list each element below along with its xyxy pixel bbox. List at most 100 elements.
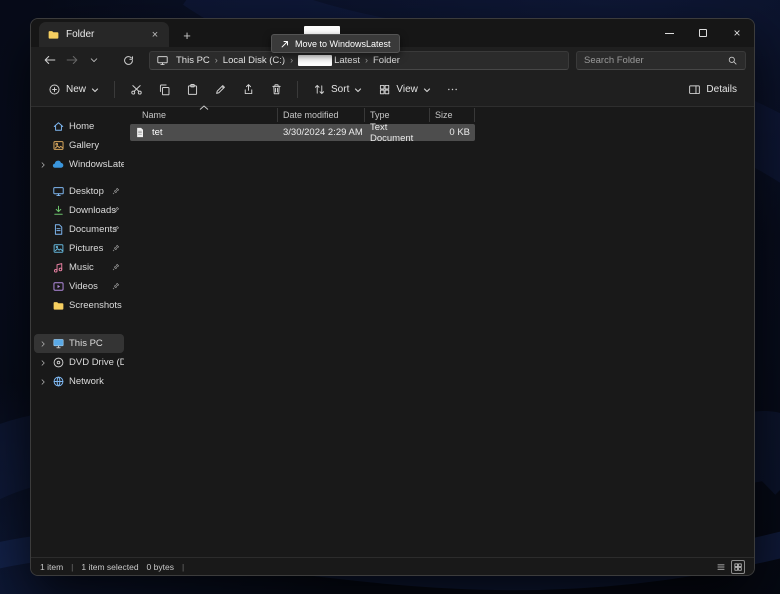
maximize-icon bbox=[699, 29, 707, 37]
sort-icon bbox=[313, 83, 326, 96]
delete-button[interactable] bbox=[263, 78, 289, 102]
forward-button[interactable] bbox=[61, 50, 83, 70]
selection-size: 0 bytes bbox=[147, 562, 174, 572]
sidebar-item-desktop[interactable]: Desktop bbox=[34, 182, 124, 201]
file-name-cell: tet bbox=[130, 126, 278, 139]
sidebar-item-label: Desktop bbox=[69, 186, 104, 197]
sidebar-item-label: Documents bbox=[69, 224, 117, 235]
sidebar-item-downloads[interactable]: Downloads bbox=[34, 201, 124, 220]
tab-close-icon[interactable]: × bbox=[148, 28, 162, 42]
desktop: Folder × + × bbox=[0, 0, 780, 594]
breadcrumb-item-folder[interactable]: Folder bbox=[369, 55, 404, 66]
explorer-tab[interactable]: Folder × bbox=[39, 22, 169, 47]
column-header-date-modified[interactable]: Date modified bbox=[278, 108, 365, 122]
toolbar-divider bbox=[114, 81, 115, 98]
text-document-icon bbox=[133, 126, 147, 139]
onedrive-icon bbox=[51, 158, 65, 172]
column-header-type[interactable]: Type bbox=[365, 108, 430, 122]
sidebar-item-gallery[interactable]: Gallery bbox=[34, 136, 124, 155]
sidebar-item-documents[interactable]: Documents bbox=[34, 220, 124, 239]
paste-button[interactable] bbox=[179, 78, 205, 102]
close-button[interactable]: × bbox=[720, 19, 754, 47]
refresh-button[interactable] bbox=[117, 50, 139, 70]
refresh-icon bbox=[122, 54, 135, 67]
file-row-selected[interactable]: tet 3/30/2024 2:29 AM Text Document 0 KB bbox=[130, 124, 475, 141]
column-header-size[interactable]: Size bbox=[430, 108, 475, 122]
details-button-label: Details bbox=[706, 84, 737, 95]
sidebar-item-music[interactable]: Music bbox=[34, 258, 124, 277]
share-icon bbox=[242, 83, 255, 96]
file-date-cell: 3/30/2024 2:29 AM bbox=[278, 127, 365, 138]
sidebar-item-this-pc[interactable]: This PC bbox=[34, 334, 124, 353]
view-button[interactable]: View bbox=[371, 78, 438, 102]
sidebar-item-videos[interactable]: Videos bbox=[34, 277, 124, 296]
more-icon bbox=[446, 83, 459, 96]
more-options-button[interactable] bbox=[440, 78, 466, 102]
details-pane-button[interactable]: Details bbox=[681, 78, 744, 102]
sidebar-section-gap bbox=[31, 315, 127, 334]
minimize-button[interactable] bbox=[652, 19, 686, 47]
copy-button[interactable] bbox=[151, 78, 177, 102]
recent-locations-button[interactable] bbox=[83, 50, 105, 70]
breadcrumb-item-local-disk[interactable]: Local Disk (C:) bbox=[219, 55, 289, 66]
cut-button[interactable] bbox=[123, 78, 149, 102]
redacted-label bbox=[298, 55, 332, 66]
back-button[interactable] bbox=[39, 50, 61, 70]
pin-icon bbox=[112, 282, 120, 290]
new-button[interactable]: New bbox=[41, 78, 106, 102]
share-button[interactable] bbox=[235, 78, 261, 102]
tab-title: Folder bbox=[66, 29, 94, 40]
pin-icon bbox=[112, 225, 120, 233]
sidebar-item-home[interactable]: Home bbox=[34, 117, 124, 136]
breadcrumb-item-windowslatest[interactable]: Latest bbox=[294, 55, 364, 66]
delete-icon bbox=[270, 83, 283, 96]
search-box[interactable] bbox=[576, 51, 746, 70]
toolbar-divider bbox=[297, 81, 298, 98]
breadcrumb-label: Latest bbox=[334, 55, 360, 66]
this-pc-location-icon bbox=[156, 54, 169, 67]
music-icon bbox=[51, 261, 65, 274]
rename-button[interactable] bbox=[207, 78, 233, 102]
chevron-down-icon bbox=[423, 86, 431, 94]
sidebar-item-label: Videos bbox=[69, 281, 98, 292]
chevron-right-icon[interactable] bbox=[38, 340, 47, 348]
sidebar-item-pictures[interactable]: Pictures bbox=[34, 239, 124, 258]
pin-icon bbox=[112, 187, 120, 195]
chevron-right-icon[interactable] bbox=[38, 161, 47, 169]
breadcrumb-item-this-pc[interactable]: This PC bbox=[172, 55, 214, 66]
chevron-right-icon[interactable] bbox=[38, 378, 47, 386]
column-header-name[interactable]: Name bbox=[130, 108, 278, 122]
desktop-icon bbox=[51, 185, 65, 198]
maximize-button[interactable] bbox=[686, 19, 720, 47]
network-icon bbox=[51, 375, 65, 388]
documents-icon bbox=[51, 223, 65, 236]
breadcrumb-label: Local Disk (C:) bbox=[223, 55, 285, 66]
thumbnails-view-icon bbox=[733, 562, 743, 572]
view-icon bbox=[378, 83, 391, 96]
drag-move-tooltip: Move to WindowsLatest bbox=[271, 34, 400, 53]
breadcrumb[interactable]: This PC › Local Disk (C:) › Latest › Fol… bbox=[149, 51, 569, 70]
sidebar-item-dvd-drive[interactable]: DVD Drive (D:) CCC bbox=[34, 353, 124, 372]
move-arrow-icon bbox=[280, 39, 290, 49]
view-button-label: View bbox=[396, 84, 418, 95]
chevron-right-icon[interactable] bbox=[38, 359, 47, 367]
back-icon bbox=[43, 53, 57, 67]
sidebar-item-network[interactable]: Network bbox=[34, 372, 124, 391]
new-tab-button[interactable]: + bbox=[177, 25, 197, 45]
explorer-body: Home Gallery WindowsLatest - Pr Desktop bbox=[31, 107, 754, 557]
pictures-icon bbox=[51, 242, 65, 255]
forward-icon bbox=[65, 53, 79, 67]
file-list-pane[interactable]: Name Date modified Type Size tet 3/30/20… bbox=[127, 107, 754, 557]
status-bar: 1 item | 1 item selected 0 bytes | bbox=[31, 557, 754, 575]
sidebar-item-onedrive[interactable]: WindowsLatest - Pr bbox=[34, 155, 124, 174]
status-view-details-button[interactable] bbox=[714, 560, 728, 574]
search-input[interactable] bbox=[584, 55, 727, 66]
sort-button-label: Sort bbox=[331, 84, 349, 95]
sidebar-item-screenshots[interactable]: Screenshots bbox=[34, 296, 124, 315]
sidebar-item-label: DVD Drive (D:) CCC bbox=[69, 357, 124, 368]
command-bar: New Sort bbox=[31, 73, 754, 107]
sidebar-item-label: Gallery bbox=[69, 140, 99, 151]
sort-button[interactable]: Sort bbox=[306, 78, 369, 102]
videos-icon bbox=[51, 280, 65, 293]
status-view-thumbnails-button[interactable] bbox=[731, 560, 745, 574]
